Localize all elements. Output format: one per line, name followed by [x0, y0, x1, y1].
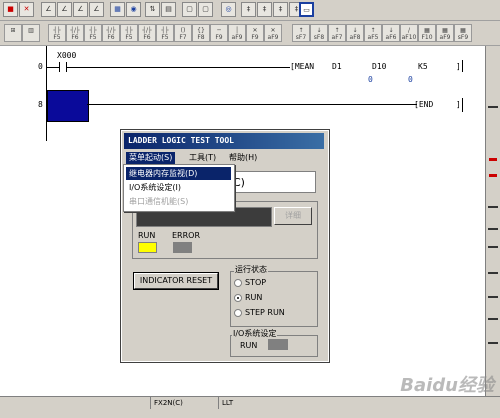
edit-icon[interactable]: ∠: [89, 2, 104, 17]
status-bar: FX2N(C) LLT: [0, 396, 500, 418]
operand-2-value: 0: [368, 75, 373, 84]
end-instruction: [END: [414, 100, 434, 109]
tool-icon[interactable]: ‡: [241, 2, 256, 17]
right-power-rail: [462, 60, 463, 72]
f-key-icon[interactable]: ⊞: [4, 24, 22, 42]
error-label: ERROR: [172, 231, 201, 240]
io-run-led: [268, 339, 288, 350]
edit-icon[interactable]: ∠: [73, 2, 88, 17]
right-power-rail: [462, 98, 463, 112]
rising-icon[interactable]: ↑ aF7: [328, 24, 346, 42]
transfer-icon[interactable]: ⇅: [145, 2, 160, 17]
operand-1: D1: [332, 62, 342, 71]
menu-start[interactable]: 菜单起动(S): [126, 152, 176, 164]
contact-icon[interactable]: ┤├ F5: [84, 24, 102, 42]
contact-icon[interactable]: ┤/├ F6: [102, 24, 120, 42]
right-scrollbar[interactable]: [485, 46, 500, 396]
tool-icon[interactable]: ‡: [273, 2, 288, 17]
menu-relay-memory-monitor[interactable]: 继电器内存监视(D): [126, 167, 231, 180]
dialog-title: LADDER LOGIC TEST TOOL: [124, 133, 324, 149]
bracket-close: ]: [456, 62, 461, 71]
falling-icon[interactable]: ↓ sF8: [310, 24, 328, 42]
find-icon[interactable]: ◉: [126, 2, 141, 17]
rung-wire: [67, 67, 290, 68]
ladder-cursor[interactable]: [47, 90, 89, 122]
watermark: Baidu经验: [400, 375, 494, 396]
menu-help[interactable]: 帮助(H): [226, 152, 260, 164]
radio-run[interactable]: [234, 294, 242, 302]
block-icon[interactable]: ▦ aF9: [436, 24, 454, 42]
stop-icon[interactable]: ■: [3, 2, 18, 17]
window-icon[interactable]: ▢: [182, 2, 197, 17]
menu-io-system-settings[interactable]: I/O系统设定(I): [126, 181, 231, 194]
run-led: [138, 242, 157, 253]
rung-number: 0: [38, 62, 43, 71]
page-icon[interactable]: ▤: [161, 2, 176, 17]
contact-icon[interactable]: ┤├ F5: [120, 24, 138, 42]
radio-step-run[interactable]: [234, 309, 242, 317]
delete-icon[interactable]: ✕ aF9: [264, 24, 282, 42]
contact-icon[interactable]: ┤/├ F6: [138, 24, 156, 42]
falling-icon[interactable]: ↓ aF6: [382, 24, 400, 42]
io-run-label: RUN: [240, 341, 258, 350]
cross-icon[interactable]: ✕: [19, 2, 34, 17]
operand-3-value: 0: [408, 75, 413, 84]
contact-label: X000: [57, 51, 77, 60]
window-icon[interactable]: ▢: [198, 2, 213, 17]
grid-icon[interactable]: ▦: [110, 2, 125, 17]
run-state-title: 运行状态: [234, 265, 268, 275]
io-group-title: I/O系统设定: [232, 329, 278, 339]
rising-icon[interactable]: ↑ sF7: [292, 24, 310, 42]
operand-2: D10: [372, 62, 387, 71]
invert-icon[interactable]: / aF10: [400, 24, 418, 42]
rung-wire: [47, 67, 59, 68]
rung-number: 8: [38, 100, 43, 109]
rung-wire: [87, 104, 417, 105]
dialog-menubar: 菜单起动(S) 工具(T) 帮助(H): [124, 151, 324, 165]
radio-step-run-label: STEP RUN: [245, 308, 285, 317]
edit-icon[interactable]: ∠: [57, 2, 72, 17]
run-state-group: [230, 271, 318, 327]
ladder-toolbar: ⊞ ▥ ┤├ F5 ┤/├ F6 ┤├ F5 ┤/├ F6 ┤├ F5 ┤/├ F6 ┤├ F…: [0, 21, 500, 46]
rising-icon[interactable]: ↑ aF5: [364, 24, 382, 42]
error-led: [173, 242, 192, 253]
bracket-close: ]: [456, 100, 461, 109]
vline-icon[interactable]: │ aF9: [228, 24, 246, 42]
status-mode: LLT: [218, 397, 233, 409]
block-icon[interactable]: ▦ F10: [418, 24, 436, 42]
hline-icon[interactable]: ─ F9: [210, 24, 228, 42]
f-key-icon[interactable]: ▥: [22, 24, 40, 42]
function-icon[interactable]: {} F8: [192, 24, 210, 42]
start-menu-dropdown: 继电器内存监视(D) I/O系统设定(I) 串口通信机能(S): [123, 164, 235, 212]
menu-tools[interactable]: 工具(T): [186, 152, 219, 164]
status-plc-type: FX2N(C): [150, 397, 183, 409]
indicator-reset-button[interactable]: INDICATOR RESET: [133, 272, 219, 290]
coil-icon[interactable]: () F7: [174, 24, 192, 42]
radio-stop-label: STOP: [245, 278, 267, 287]
contact-icon[interactable]: ┤├ F5: [156, 24, 174, 42]
instruction-name: [MEAN: [290, 62, 315, 71]
contact-symbol: [59, 62, 60, 72]
monitor-icon[interactable]: ▭: [299, 2, 314, 17]
menu-serial-communication[interactable]: 串口通信机能(S): [126, 195, 231, 208]
main-toolbar: ■ ✕ ∠ ∠ ∠ ∠ ▦ ◉ ⇅ ▤ ▢ ▢ ◎ ‡ ‡ ‡ ‡ ▭: [0, 0, 500, 21]
operand-3: K5: [418, 62, 428, 71]
edit-icon[interactable]: ∠: [41, 2, 56, 17]
radio-run-label: RUN: [245, 293, 263, 302]
device-field: C): [226, 171, 316, 193]
detail-button[interactable]: 详细: [274, 207, 312, 225]
tool-icon[interactable]: ‡: [257, 2, 272, 17]
zoom-icon[interactable]: ◎: [221, 2, 236, 17]
f6-contact-icon[interactable]: ┤/├ F6: [66, 24, 84, 42]
delete-icon[interactable]: ✕ F9: [246, 24, 264, 42]
run-label: RUN: [138, 231, 156, 240]
f5-contact-icon[interactable]: ┤├ F5: [48, 24, 66, 42]
block-icon[interactable]: ▦ sF9: [454, 24, 472, 42]
falling-icon[interactable]: ↓ aF8: [346, 24, 364, 42]
radio-stop[interactable]: [234, 279, 242, 287]
